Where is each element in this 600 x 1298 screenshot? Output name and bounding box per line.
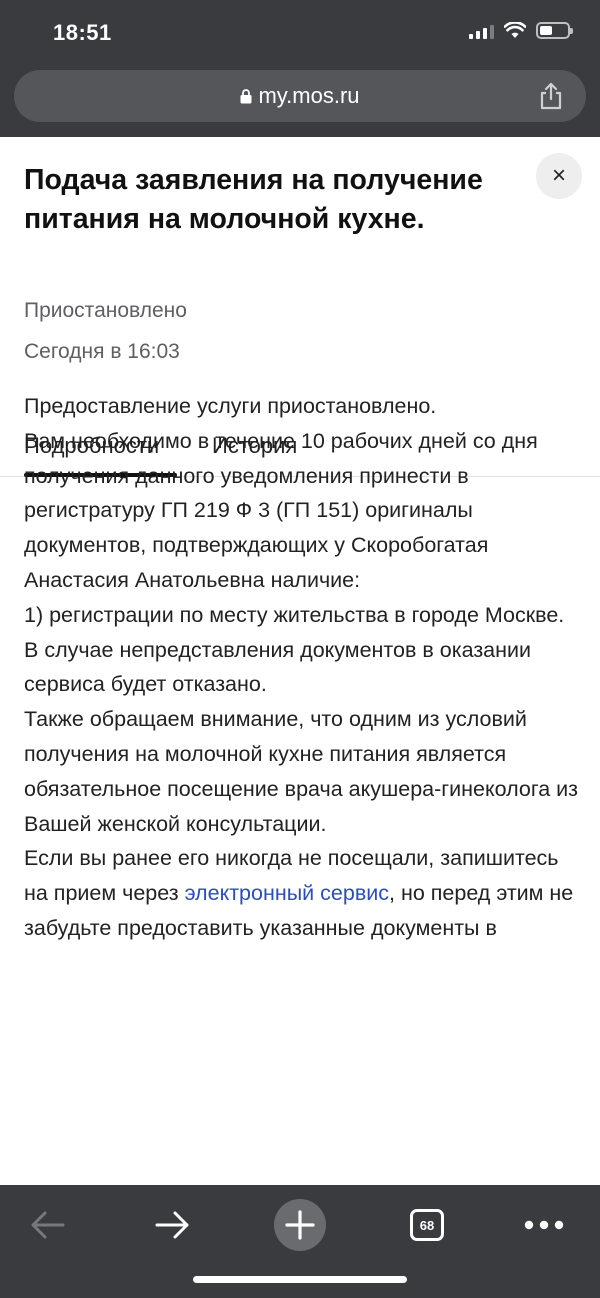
tabs-button[interactable]: 68	[400, 1195, 454, 1255]
new-tab-button[interactable]	[273, 1195, 327, 1255]
status-time: 18:51	[53, 20, 112, 45]
cellular-signal-icon	[469, 23, 494, 39]
lock-icon	[240, 88, 252, 103]
arrow-right-icon	[155, 1211, 189, 1239]
home-indicator	[193, 1276, 407, 1283]
address-bar[interactable]: my.mos.ru	[14, 70, 586, 122]
battery-icon	[536, 22, 573, 39]
details-paragraph: Предоставление услуги приостановлено.	[24, 394, 437, 418]
back-button[interactable]	[20, 1195, 74, 1255]
browser-top-chrome: 18:51 my.mos.ru	[0, 0, 600, 137]
application-date: Сегодня в 16:03	[24, 340, 180, 363]
more-button[interactable]	[516, 1195, 572, 1255]
details-text: Предоставление услуги приостановлено. Ва…	[24, 389, 580, 946]
page-title: Подача заявления на получение питания на…	[24, 164, 483, 235]
details-paragraph: 1) регистрации по месту жительства в гор…	[24, 602, 565, 627]
application-status: Приостановлено	[24, 299, 187, 322]
more-dots-icon	[524, 1220, 564, 1230]
share-icon[interactable]	[538, 82, 564, 110]
details-paragraph: Также обращаем внимание, что одним из ус…	[24, 707, 579, 836]
details-paragraph: Если вы ранее его никогда не посещали, з…	[24, 841, 580, 945]
tabs-count: 68	[410, 1209, 444, 1241]
electronic-service-link[interactable]: электронный сервис	[185, 881, 389, 905]
details-paragraph: Вам необходимо в течение 10 рабочих дней…	[24, 428, 538, 592]
url-text: my.mos.ru	[258, 83, 360, 108]
status-icons	[469, 22, 573, 39]
plus-icon	[285, 1210, 315, 1240]
forward-button[interactable]	[146, 1195, 200, 1255]
browser-bottom-toolbar: 68	[0, 1185, 600, 1298]
close-button[interactable]: ×	[536, 153, 582, 199]
wifi-icon	[504, 22, 526, 38]
arrow-left-icon	[31, 1211, 65, 1239]
details-paragraph: В случае непредставления документов в ок…	[24, 637, 532, 697]
